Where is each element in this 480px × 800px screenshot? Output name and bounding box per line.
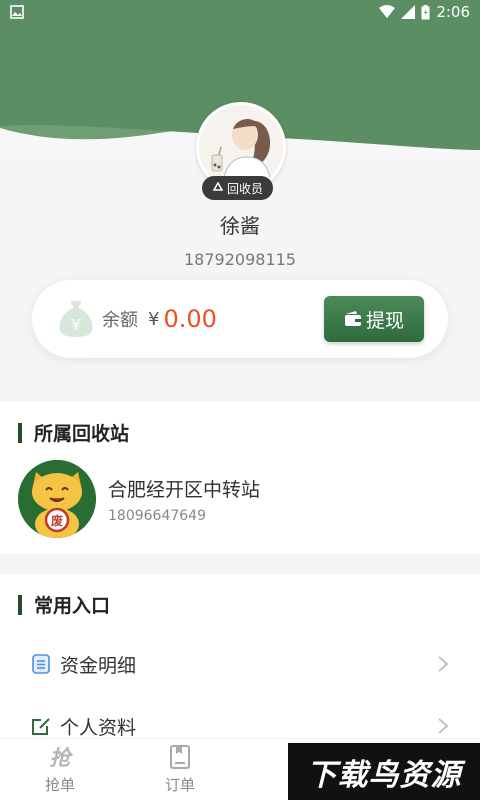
tab-label: 抢单 [44, 776, 75, 794]
withdraw-label: 提现 [365, 309, 404, 332]
balance-card: ¥ 余额 ¥ 0.00 提现 [32, 280, 448, 358]
station-phone: 18096647649 [108, 508, 206, 524]
station-section-title-text: 所属回收站 [34, 423, 130, 445]
station-section: 所属回收站 废 合肥经开区中转站 18096647649 [0, 402, 480, 554]
menu-item-fund-details[interactable]: 资金明细 [0, 634, 480, 694]
chevron-right-icon [438, 718, 449, 734]
user-phone: 18792098115 [184, 250, 296, 269]
balance-value: 0.00 [163, 305, 217, 333]
signal-icon [401, 5, 416, 19]
tab-orders[interactable]: 订单 [120, 739, 240, 800]
image-notification-icon [10, 5, 24, 19]
edit-icon [32, 718, 50, 735]
watermark-text: 下载鸟资源 [306, 757, 462, 793]
watermark-logo: 下载鸟资源 [288, 743, 480, 800]
section-marker [18, 422, 22, 443]
battery-icon [421, 4, 430, 19]
common-section-title: 常用入口 [18, 591, 110, 618]
grab-order-icon: 抢 [50, 746, 74, 770]
role-badge-label: 回收员 [227, 181, 264, 196]
document-list-icon [32, 654, 50, 674]
menu-item-label: 个人资料 [60, 716, 137, 739]
station-logo[interactable]: 废 [18, 460, 96, 538]
status-time: 2:06 [436, 3, 470, 21]
cat-mascot-icon: 废 [18, 460, 96, 538]
profile-area: 回收员 徐酱 18792098115 ¥ 余额 ¥ 0.00 提现 [0, 0, 480, 384]
common-section: 常用入口 资金明细 个人资料 [0, 574, 480, 739]
status-bar: 2:06 [0, 0, 480, 24]
wifi-icon [379, 5, 396, 18]
chevron-right-icon [438, 656, 449, 672]
svg-text:¥: ¥ [71, 316, 81, 334]
menu-item-label: 资金明细 [60, 654, 137, 677]
section-marker [18, 594, 22, 615]
svg-text:抢: 抢 [50, 746, 74, 770]
svg-text:废: 废 [51, 513, 63, 528]
station-section-title: 所属回收站 [18, 419, 129, 446]
station-name: 合肥经开区中转站 [108, 479, 261, 501]
tab-grab-order[interactable]: 抢 抢单 [0, 739, 120, 800]
wallet-icon [344, 311, 361, 326]
order-icon [170, 745, 190, 769]
role-badge: 回收员 [202, 176, 274, 200]
common-section-title-text: 常用入口 [34, 595, 111, 617]
recycle-icon [212, 182, 224, 191]
money-bag-icon: ¥ [59, 301, 93, 337]
currency-symbol: ¥ [148, 308, 160, 330]
tab-label: 订单 [164, 776, 195, 794]
balance-label: 余额 [102, 310, 138, 331]
withdraw-button[interactable]: 提现 [324, 296, 424, 342]
user-name: 徐酱 [220, 214, 260, 238]
